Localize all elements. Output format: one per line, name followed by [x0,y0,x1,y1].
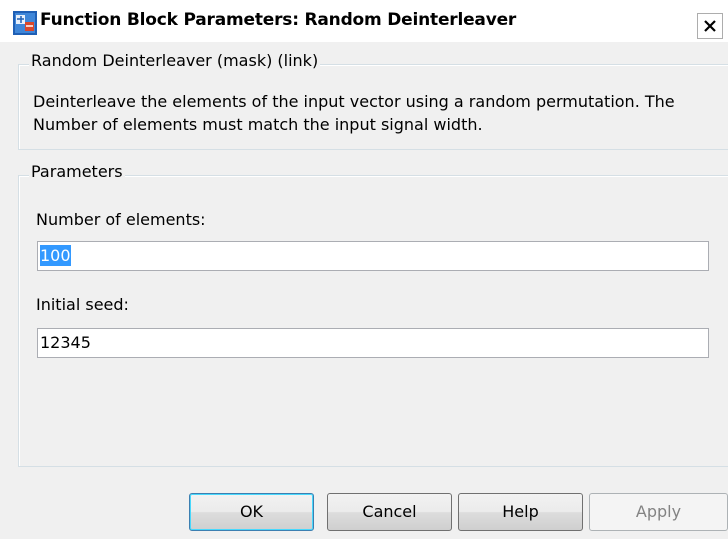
close-icon [704,20,716,32]
description-group-legend: Random Deinterleaver (mask) (link) [29,51,321,71]
title-bar[interactable]: Function Block Parameters: Random Deinte… [0,0,728,42]
window-title: Function Block Parameters: Random Deinte… [40,10,517,30]
number-of-elements-label: Number of elements: [36,210,206,229]
dialog-window: Function Block Parameters: Random Deinte… [0,0,728,539]
simulink-block-icon [13,11,37,35]
initial-seed-value: 12345 [40,333,91,352]
number-of-elements-value: 100 [40,245,71,266]
initial-seed-input[interactable]: 12345 [37,328,709,358]
initial-seed-label: Initial seed: [36,295,129,314]
cancel-button[interactable]: Cancel [327,493,452,531]
block-description: Deinterleave the elements of the input v… [33,92,675,134]
help-button[interactable]: Help [458,493,583,531]
number-of-elements-input[interactable]: 100 [37,241,709,271]
apply-button[interactable]: Apply [589,493,728,531]
parameters-group-legend: Parameters [29,162,125,182]
ok-button[interactable]: OK [189,493,314,531]
close-button[interactable] [697,13,723,39]
